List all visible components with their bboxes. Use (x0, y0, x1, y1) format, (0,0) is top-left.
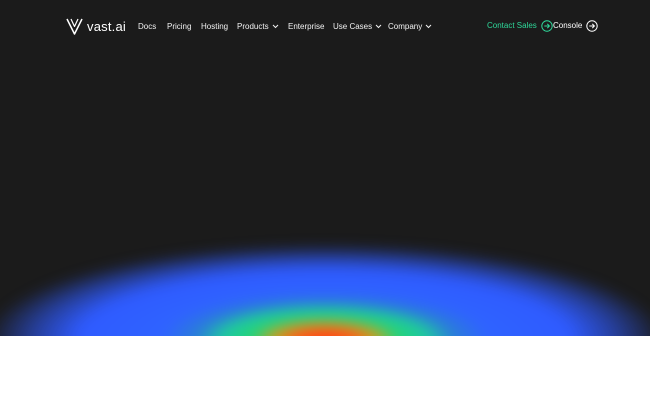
nav-company[interactable]: Company (388, 20, 432, 33)
chevron-down-icon (272, 24, 278, 29)
brand-logo[interactable]: vast.ai (66, 16, 126, 36)
nav-pricing[interactable]: Pricing (167, 20, 191, 33)
chevron-down-icon (375, 24, 382, 29)
nav-hosting[interactable]: Hosting (201, 20, 228, 33)
nav-products-label: Products (237, 22, 269, 31)
chevron-down-icon (425, 24, 432, 29)
content-area (0, 336, 650, 414)
console-button[interactable]: Console (553, 19, 599, 33)
hero-section: vast.ai Docs Pricing Hosting Products En… (0, 0, 650, 336)
nav-docs-label: Docs (138, 22, 157, 31)
arrow-right-circle-icon (541, 20, 553, 32)
vast-v-logo-icon (66, 18, 83, 35)
nav-enterprise-label: Enterprise (288, 22, 325, 31)
nav-use-cases[interactable]: Use Cases (333, 20, 382, 33)
gradient-glow (0, 244, 650, 336)
nav-docs[interactable]: Docs (138, 20, 156, 33)
nav-products[interactable]: Products (237, 20, 279, 33)
console-label: Console (553, 21, 583, 30)
nav-hosting-label: Hosting (201, 22, 229, 31)
brand-name: vast.ai (87, 18, 126, 34)
nav-enterprise[interactable]: Enterprise (288, 20, 324, 33)
nav-pricing-label: Pricing (167, 22, 192, 31)
arrow-right-circle-icon (586, 20, 599, 32)
nav-company-label: Company (388, 22, 423, 31)
nav-use-cases-label: Use Cases (333, 22, 373, 31)
contact-sales-button[interactable]: Contact Sales (487, 19, 553, 33)
contact-sales-label: Contact Sales (487, 21, 537, 30)
top-navigation: vast.ai Docs Pricing Hosting Products En… (0, 0, 650, 52)
